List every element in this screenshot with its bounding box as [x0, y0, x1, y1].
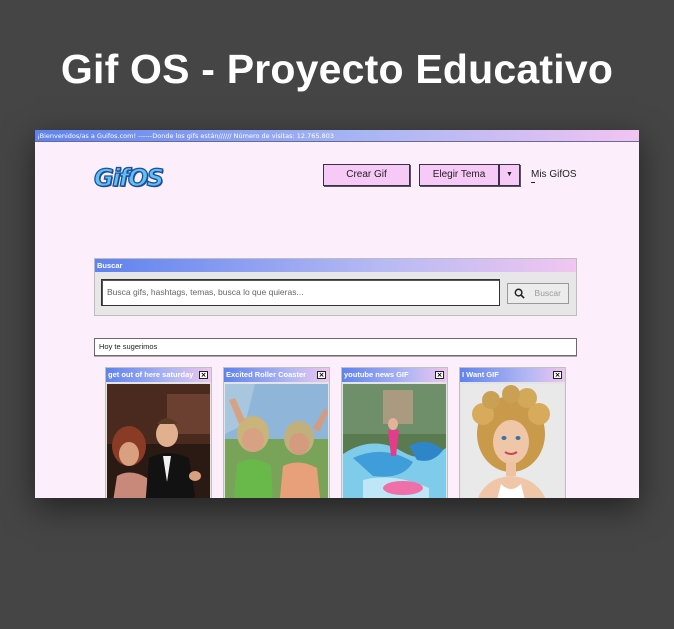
- close-icon[interactable]: ×: [435, 371, 444, 379]
- promo-headline: Gif OS - Proyecto Educativo: [60, 46, 614, 92]
- app-screenshot-frame: ¡Bienvenidos/as a Guifos.com! ------Dond…: [35, 130, 639, 498]
- gifos-logo[interactable]: GifOS: [93, 163, 164, 193]
- mis-gifos-link[interactable]: Mis GifOS: [531, 168, 577, 182]
- search-panel: Buscar Busca gifs, hashtags, temas, busc…: [94, 258, 577, 316]
- search-button[interactable]: Buscar: [507, 283, 569, 304]
- gif-card-title: youtube news GIF: [342, 368, 447, 382]
- close-icon[interactable]: ×: [553, 371, 562, 379]
- mis-gifos-underline: [531, 182, 535, 183]
- gif-thumbnail[interactable]: [225, 384, 328, 498]
- crear-gif-button[interactable]: Crear Gif: [323, 164, 410, 186]
- suggested-gif-card[interactable]: Excited Roller Coaster ×: [223, 367, 330, 498]
- suggested-gif-card[interactable]: get out of here saturday ×: [105, 367, 212, 498]
- elegir-tema-dropdown-button[interactable]: ▼: [499, 164, 520, 186]
- elegir-tema-button[interactable]: Elegir Tema: [419, 164, 499, 186]
- close-icon[interactable]: ×: [199, 371, 208, 379]
- gif-thumbnail[interactable]: [461, 384, 564, 498]
- welcome-marquee: ¡Bienvenidos/as a Guifos.com! ------Dond…: [35, 130, 639, 142]
- gif-card-title: Excited Roller Coaster: [224, 368, 329, 382]
- suggestions-title-bar: Hoy te sugerimos: [94, 338, 577, 356]
- suggested-gif-card[interactable]: I Want GIF ×: [459, 367, 566, 498]
- search-icon: [514, 288, 525, 299]
- gif-thumbnail[interactable]: [343, 384, 446, 498]
- suggested-gif-card[interactable]: youtube news GIF ×: [341, 367, 448, 498]
- search-input[interactable]: Busca gifs, hashtags, temas, busca lo qu…: [101, 279, 500, 306]
- search-panel-title: Buscar: [95, 259, 576, 272]
- gif-thumbnail[interactable]: [107, 384, 210, 498]
- search-button-label: Buscar: [534, 288, 561, 298]
- chevron-down-icon: ▼: [506, 171, 513, 178]
- gif-card-title: I Want GIF: [460, 368, 565, 382]
- close-icon[interactable]: ×: [317, 371, 326, 379]
- gif-card-title: get out of here saturday: [106, 368, 211, 382]
